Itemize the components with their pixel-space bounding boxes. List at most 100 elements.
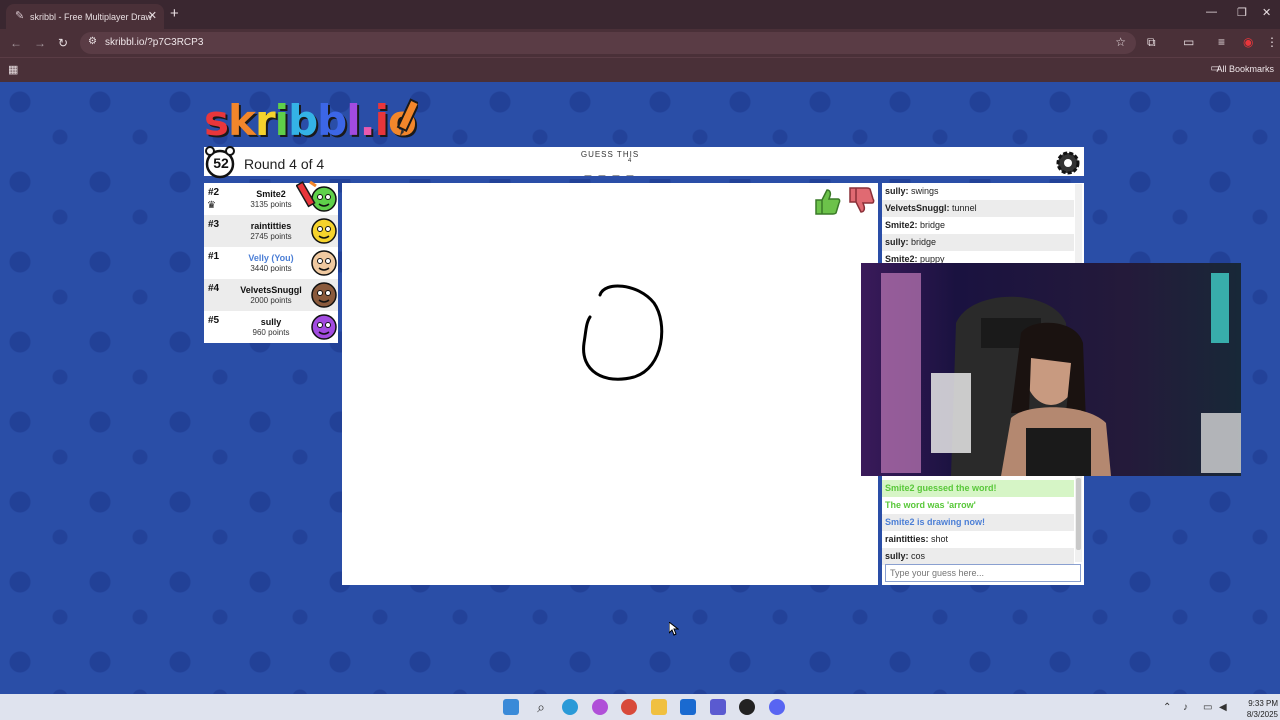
chat-message: Smite2: bridge xyxy=(885,220,946,230)
obs-icon[interactable] xyxy=(739,699,755,715)
logo-letter: b xyxy=(288,96,318,145)
forward-icon[interactable]: → xyxy=(34,36,46,50)
discord-icon[interactable] xyxy=(769,699,785,715)
logo-letter: r xyxy=(254,96,276,145)
guess-input[interactable] xyxy=(885,564,1081,582)
minimize-icon[interactable]: — xyxy=(1206,6,1217,18)
player-rank: #1 xyxy=(208,251,220,262)
mouse-cursor-icon xyxy=(669,622,679,636)
player-name: raintitties xyxy=(250,221,292,231)
site-info-icon[interactable]: ⚙ xyxy=(88,36,97,47)
settings-gear-icon[interactable] xyxy=(1054,150,1082,176)
browser-tab[interactable]: ✎ skribbl - Free Multiplayer Draw ✕ xyxy=(6,4,164,29)
teams-icon[interactable] xyxy=(710,699,726,715)
chat-word-reveal: The word was 'arrow' xyxy=(885,500,976,510)
logo-letter: s xyxy=(204,96,229,145)
close-tab-icon[interactable]: ✕ xyxy=(148,9,157,22)
round-timer: 52 xyxy=(213,155,229,171)
chat-drawing-now: Smite2 is drawing now! xyxy=(882,514,1074,531)
player-row[interactable]: #3 raintitties 2745 points xyxy=(204,215,338,247)
logo-letter: . xyxy=(359,96,376,145)
logo-letter: b xyxy=(317,96,347,145)
thumbs-up-icon[interactable] xyxy=(812,186,842,216)
thumbs-down-icon[interactable] xyxy=(846,186,876,216)
drawing-canvas[interactable] xyxy=(342,183,878,585)
guess-this-label: GUESS THIS xyxy=(580,150,640,159)
player-avatar-icon xyxy=(311,282,337,308)
webcam-overlay xyxy=(861,263,1241,476)
new-tab-icon[interactable]: + xyxy=(170,5,179,22)
all-bookmarks-link[interactable]: All Bookmarks xyxy=(1216,64,1274,74)
taskbar-time: 9:33 PM xyxy=(1248,699,1278,708)
logo-letter: i xyxy=(374,96,389,145)
back-icon[interactable]: ← xyxy=(10,36,22,50)
player-rank: #2 xyxy=(208,187,220,198)
player-avatar-icon xyxy=(311,314,337,340)
maximize-icon[interactable]: ❐ xyxy=(1237,6,1247,19)
windows-taskbar xyxy=(0,694,1280,720)
word-hint: _ _ _ _ xyxy=(584,163,636,177)
drawing-stroke xyxy=(582,284,664,381)
player-name: sully xyxy=(260,317,282,327)
reload-icon[interactable]: ↻ xyxy=(58,36,68,50)
chrome-icon[interactable] xyxy=(621,699,637,715)
skribbl-favicon-icon: ✎ xyxy=(15,10,25,22)
tray-chevron-icon[interactable]: ⌃ xyxy=(1163,702,1171,713)
tab-title: skribbl - Free Multiplayer Draw xyxy=(30,11,153,22)
chat-scroll-thumb[interactable] xyxy=(1076,478,1081,550)
player-avatar-icon xyxy=(311,250,337,276)
taskbar-date: 8/3/2025 xyxy=(1246,710,1278,719)
bookmark-star-icon[interactable]: ☆ xyxy=(1115,35,1126,49)
player-points: 2745 points xyxy=(250,232,292,241)
windows-start-icon[interactable] xyxy=(503,699,519,715)
search-icon[interactable]: ⌕ xyxy=(533,699,549,715)
microphone-icon[interactable]: ♪ xyxy=(1183,702,1188,713)
copilot-icon[interactable] xyxy=(592,699,608,715)
player-points: 2000 points xyxy=(250,296,292,305)
player-rank: #4 xyxy=(208,283,220,294)
player-rank: #3 xyxy=(208,219,220,230)
url-text: skribbl.io/?p7C3RCP3 xyxy=(105,37,204,48)
taskbar-clock[interactable]: 9:33 PM 8/3/2025 xyxy=(1236,698,1278,720)
chat-message: sully: bridge xyxy=(882,234,1074,251)
player-row[interactable]: #4 VelvetsSnuggl 2000 points xyxy=(204,279,338,311)
menu-list-icon[interactable]: ≡ xyxy=(1218,35,1225,49)
player-name: Velly (You) xyxy=(248,253,294,263)
drawing-pen-icon xyxy=(296,180,317,208)
address-bar[interactable]: ⚙ skribbl.io/?p7C3RCP3 ☆ xyxy=(80,32,1136,54)
player-avatar-icon xyxy=(311,218,337,244)
close-window-icon[interactable]: ✕ xyxy=(1262,6,1271,19)
skribbl-logo: skribbl.io xyxy=(204,96,417,145)
network-icon[interactable]: ▭ xyxy=(1203,702,1212,713)
file-explorer-icon[interactable] xyxy=(651,699,667,715)
chat-message: raintitties: shot xyxy=(885,534,949,544)
profile-icon[interactable]: ◉ xyxy=(1243,35,1253,49)
extensions-icon[interactable]: ⧉ xyxy=(1147,35,1156,50)
player-row[interactable]: #5 sully 960 points xyxy=(204,311,338,343)
apps-grid-icon[interactable]: ▦ xyxy=(8,63,18,76)
webcam-feed xyxy=(861,263,1241,476)
chat-guessed-message: Smite2 guessed the word! xyxy=(882,480,1074,497)
edge-browser-icon[interactable] xyxy=(562,699,578,715)
logo-letter: l xyxy=(346,96,360,145)
player-points: 3440 points xyxy=(250,264,292,273)
player-name: VelvetsSnuggl xyxy=(240,285,302,295)
logo-letter: i xyxy=(274,96,289,145)
player-rank: #5 xyxy=(208,315,220,326)
outlook-icon[interactable] xyxy=(680,699,696,715)
cast-icon[interactable]: ▭ xyxy=(1183,35,1194,49)
logo-letter: k xyxy=(228,96,256,145)
bookmarks-bar: ▦ ▭ All Bookmarks xyxy=(0,57,1280,82)
crown-icon: ♛ xyxy=(207,200,216,211)
player-points: 960 points xyxy=(252,328,290,337)
chat-message: sully: swings xyxy=(885,186,939,196)
more-menu-icon[interactable]: ⋮ xyxy=(1266,35,1278,49)
player-row[interactable]: #1 Velly (You) 3440 points xyxy=(204,247,338,279)
volume-icon[interactable]: ◀ xyxy=(1219,702,1227,713)
browser-toolbar: ← → ↻ ⚙ skribbl.io/?p7C3RCP3 ☆ xyxy=(0,29,1280,57)
round-indicator: Round 4 of 4 xyxy=(244,156,325,172)
pencil-logo-icon xyxy=(396,98,418,136)
chat-message: sully: cos xyxy=(882,548,1074,565)
chat-message: VelvetsSnuggl: tunnel xyxy=(882,200,1074,217)
tab-bar: ✎ skribbl - Free Multiplayer Draw ✕ + — … xyxy=(0,0,1280,29)
